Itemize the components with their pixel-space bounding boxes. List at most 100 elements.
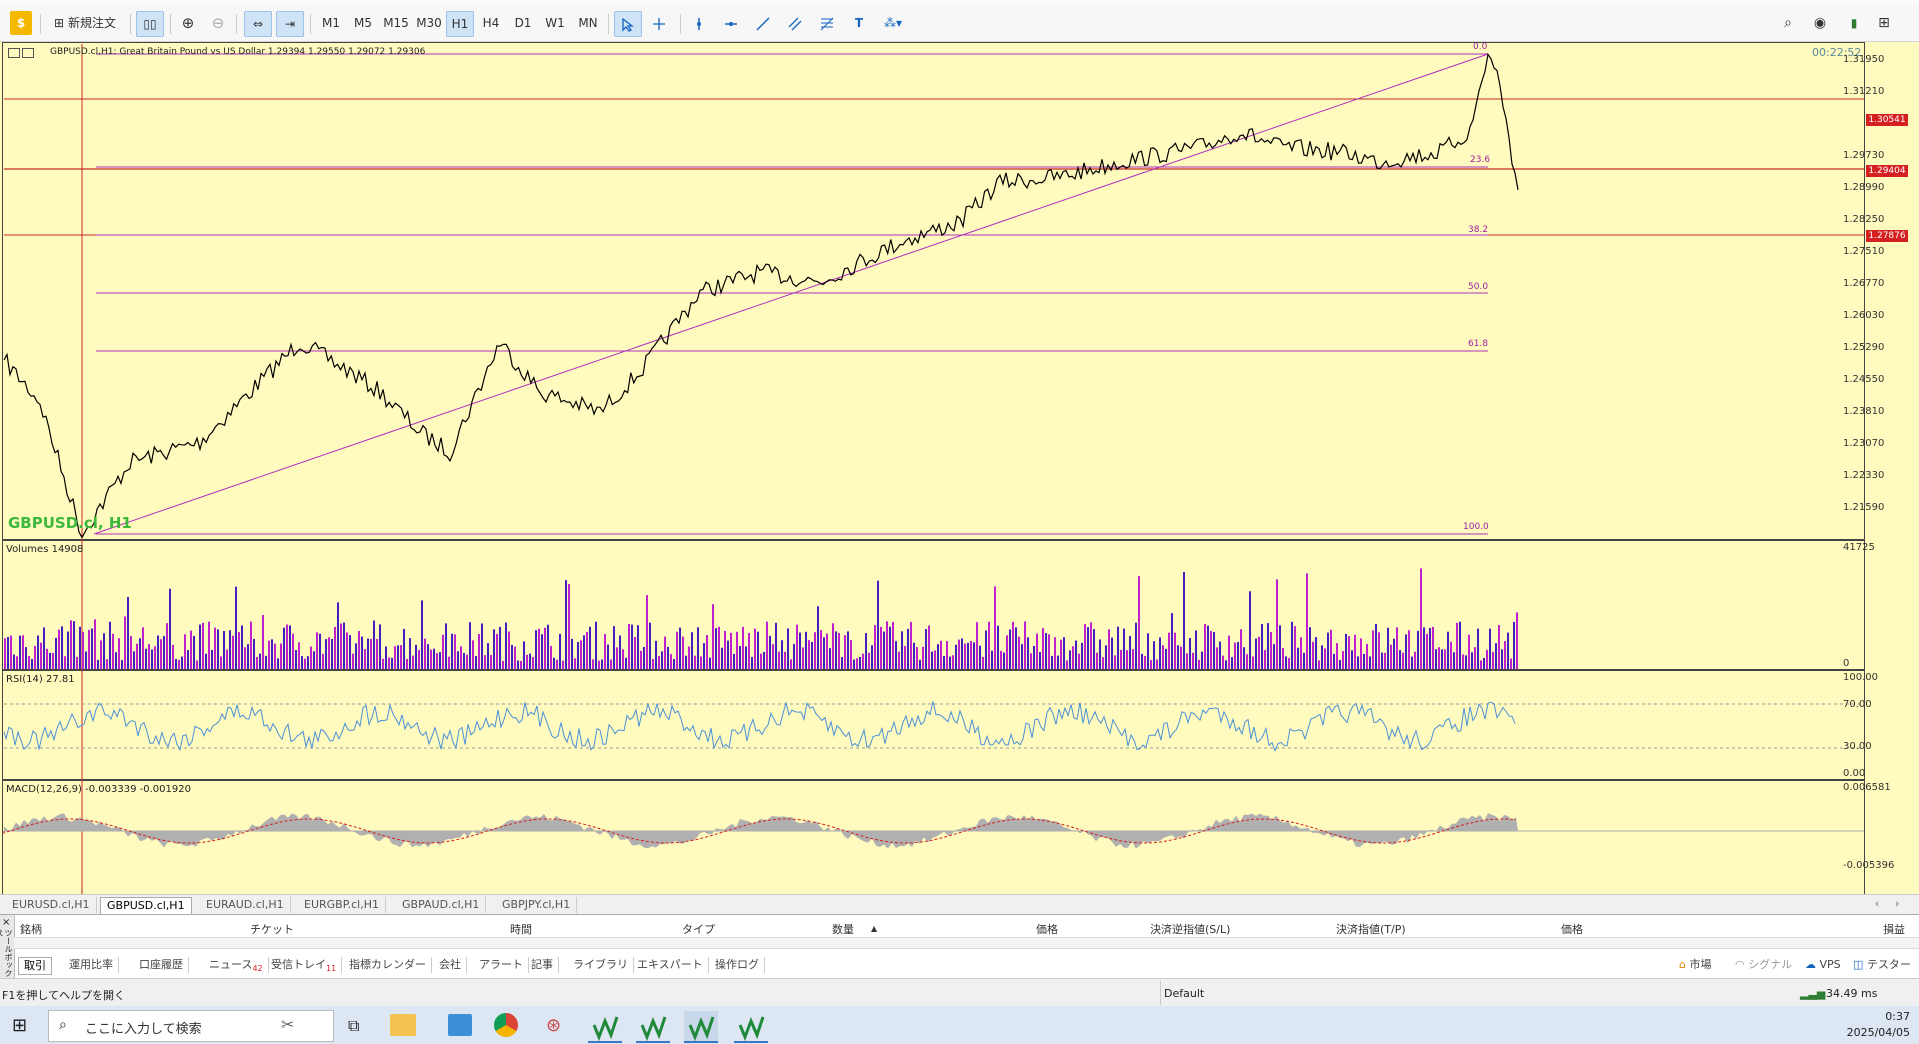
settings-icon[interactable]: ⊞ xyxy=(1872,11,1896,35)
crosshair-icon[interactable] xyxy=(646,11,672,35)
zoom-out-icon[interactable]: ⊖ xyxy=(206,11,230,35)
tab-market-label: 市場 xyxy=(1689,958,1712,971)
symbol-tabs: EURUSD.cl,H1 GBPUSD.cl,H1 EURAUD.cl,H1 E… xyxy=(0,894,1919,915)
symbol-tab-eurusd[interactable]: EURUSD.cl,H1 xyxy=(6,897,97,913)
symbol-tab-gbpjpy[interactable]: GBPJPY.cl,H1 xyxy=(496,897,578,913)
col-type[interactable]: タイプ xyxy=(682,921,715,937)
candle-chart-icon[interactable]: ▯▯ xyxy=(136,11,164,37)
chart-window[interactable]: GBPUSD.cl,H1: Great Britain Pound vs US … xyxy=(0,42,1919,929)
metatrader-taskbar-icon[interactable] xyxy=(734,1011,768,1043)
tab-market[interactable]: ⌂ 市場 xyxy=(1674,957,1716,973)
toolbox-close-icon[interactable]: × xyxy=(2,917,10,928)
tab-signals[interactable]: ◠ シグナル xyxy=(1730,957,1797,973)
tf-m30[interactable]: M30 xyxy=(414,11,444,35)
symbol-tab-gbpusd[interactable]: GBPUSD.cl,H1 xyxy=(100,897,192,914)
taskbar-search[interactable]: ⌕ ここに入力して検索 ✂ xyxy=(48,1010,334,1042)
sort-indicator-icon: ▲ xyxy=(871,924,878,933)
tester-icon: ◫ xyxy=(1853,958,1864,971)
text-tool-icon[interactable]: T xyxy=(846,11,872,35)
tf-m15[interactable]: M15 xyxy=(381,11,411,35)
horizontal-line-icon[interactable] xyxy=(718,11,744,35)
metatrader-taskbar-icon[interactable] xyxy=(636,1011,670,1043)
channel-icon[interactable] xyxy=(782,11,808,35)
col-symbol[interactable]: 銘柄 xyxy=(20,921,42,937)
tab-tester[interactable]: ◫ テスター xyxy=(1848,957,1916,973)
chart-menu-icon[interactable] xyxy=(8,48,20,58)
tab-journal[interactable]: 操作ログ xyxy=(710,957,765,973)
tab-experts[interactable]: エキスパート xyxy=(632,957,709,973)
account-icon[interactable]: ◉ xyxy=(1808,11,1832,35)
tab-history[interactable]: 口座履歴 xyxy=(134,957,189,973)
symbol-tab-gbpaud[interactable]: GBPAUD.cl,H1 xyxy=(396,897,487,913)
metatrader-taskbar-icon[interactable] xyxy=(684,1011,718,1043)
dollar-icon[interactable]: $ xyxy=(10,11,32,35)
tab-vps[interactable]: ☁ VPS xyxy=(1800,957,1846,973)
tab-mailbox[interactable]: 受信トレイ11 xyxy=(266,957,343,973)
rsi-title: RSI(14) 27.81 xyxy=(6,674,75,685)
fib-label-38: 38.2 xyxy=(1468,225,1489,235)
tab-company[interactable]: 会社 xyxy=(434,957,467,973)
tab-news[interactable]: ニュース42 xyxy=(204,957,269,973)
file-explorer-icon[interactable] xyxy=(390,1014,416,1036)
tf-w1[interactable]: W1 xyxy=(542,11,568,35)
zoom-in-icon[interactable]: ⊕ xyxy=(176,11,200,35)
cursor-icon[interactable] xyxy=(614,11,642,37)
tf-h1[interactable]: H1 xyxy=(446,11,474,37)
col-take-profit[interactable]: 決済指値(T/P) xyxy=(1336,921,1406,937)
tf-d1[interactable]: D1 xyxy=(510,11,536,35)
col-ticket[interactable]: チケット xyxy=(250,921,294,937)
fib-label-61: 61.8 xyxy=(1468,339,1489,349)
tf-m1[interactable]: M1 xyxy=(318,11,344,35)
auto-scroll-icon[interactable]: ⇔ xyxy=(244,11,272,37)
chart-properties-icon[interactable] xyxy=(22,48,34,58)
task-view-icon[interactable]: ⧉ xyxy=(348,1016,359,1036)
tabs-scroll-right-icon[interactable]: › xyxy=(1895,897,1899,910)
tab-calendar[interactable]: 指標カレンダー xyxy=(344,957,432,973)
search-icon[interactable]: ⌕ xyxy=(1776,11,1800,35)
tab-exposure[interactable]: 運用比率 xyxy=(64,957,119,973)
tab-news-badge: 42 xyxy=(252,964,263,974)
fibonacci-icon[interactable] xyxy=(814,11,840,35)
price-tag-upper: 1.30541 xyxy=(1866,114,1908,126)
price-axis-label: 1.23070 xyxy=(1843,438,1885,449)
tf-m5[interactable]: M5 xyxy=(350,11,376,35)
col-price[interactable]: 価格 xyxy=(1036,921,1058,937)
horizontal-scrollbar[interactable] xyxy=(14,937,1919,949)
col-time[interactable]: 時間 xyxy=(510,921,532,937)
app-icon[interactable]: ⊛ xyxy=(546,1015,561,1036)
col-profit[interactable]: 損益 xyxy=(1883,921,1905,937)
tab-library[interactable]: ライブラリ xyxy=(568,957,634,973)
rsi-axis-label: 70.00 xyxy=(1843,699,1872,710)
trendline-icon[interactable] xyxy=(750,11,776,35)
status-ping[interactable]: 34.49 ms xyxy=(1826,987,1877,1000)
symbol-tab-euraud[interactable]: EURAUD.cl,H1 xyxy=(200,897,291,913)
symbol-watermark: GBPUSD.cl, H1 xyxy=(8,514,132,532)
status-profile[interactable]: Default xyxy=(1164,987,1204,1000)
shapes-menu-icon[interactable]: ⁂▾ xyxy=(876,11,910,35)
photos-icon[interactable] xyxy=(448,1014,472,1036)
tf-h4[interactable]: H4 xyxy=(478,11,504,35)
symbol-tab-eurgbp[interactable]: EURGBP.cl,H1 xyxy=(298,897,387,913)
tab-trade[interactable]: 取引 xyxy=(18,957,52,975)
tab-articles[interactable]: 記事 xyxy=(526,957,559,973)
tf-mn[interactable]: MN xyxy=(574,11,602,35)
new-order-button[interactable]: ⊞ 新規注文 xyxy=(46,11,124,35)
metatrader-taskbar-icon[interactable] xyxy=(588,1011,622,1043)
taskbar-time[interactable]: 0:37 xyxy=(1860,1010,1910,1023)
fib-label-0: 0.0 xyxy=(1473,42,1488,52)
tab-alerts[interactable]: アラート xyxy=(474,957,529,973)
chart-shift-icon[interactable]: ⇥ xyxy=(276,11,304,37)
signal-strength-icon[interactable]: ▮ xyxy=(1842,11,1866,35)
price-tag-current: 1.29404 xyxy=(1866,165,1908,177)
chrome-icon[interactable] xyxy=(494,1013,518,1037)
col-volume[interactable]: 数量 xyxy=(832,921,854,937)
col-current-price[interactable]: 価格 xyxy=(1561,921,1583,937)
taskbar-date[interactable]: 2025/04/05 xyxy=(1840,1026,1910,1039)
toolbox-side-bar[interactable]: × ツールボックス xyxy=(0,915,15,979)
rsi-axis-label: 100.00 xyxy=(1843,672,1878,683)
col-stop-loss[interactable]: 決済逆指値(S/L) xyxy=(1150,921,1230,937)
tabs-scroll-left-icon[interactable]: ‹ xyxy=(1875,897,1879,910)
chart-canvas xyxy=(3,44,1864,894)
vertical-line-icon[interactable] xyxy=(686,11,712,35)
windows-start-icon[interactable]: ⊞ xyxy=(12,1015,27,1036)
